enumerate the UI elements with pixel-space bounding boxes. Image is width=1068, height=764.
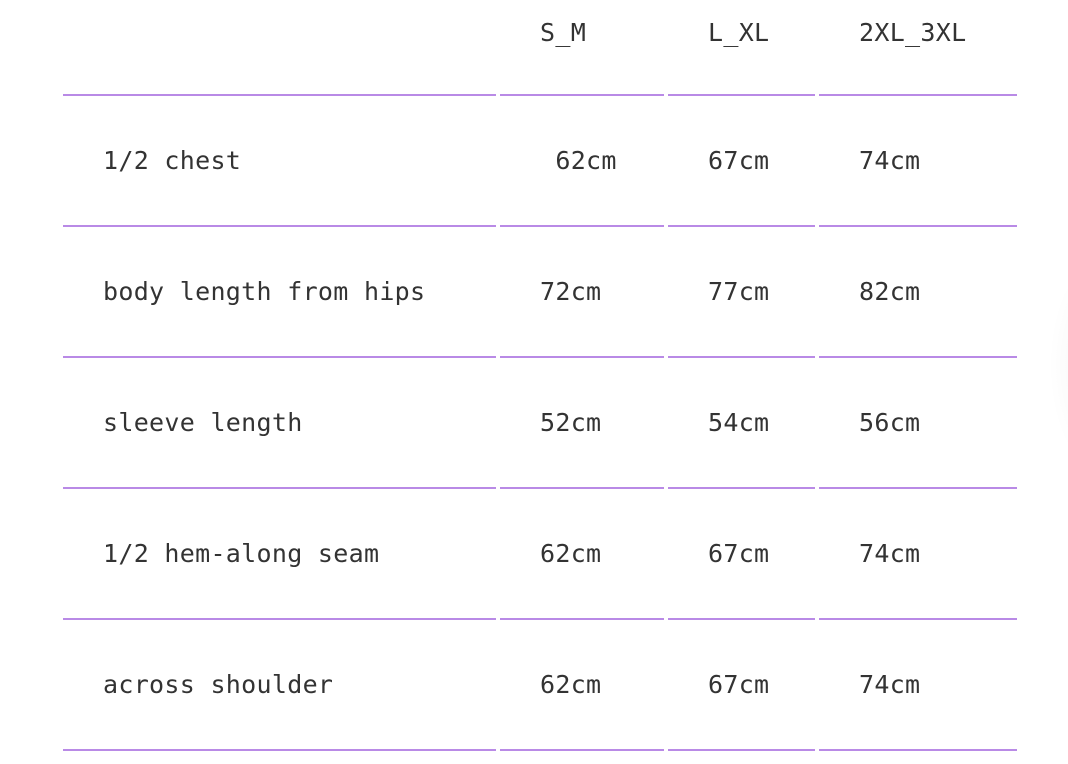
measurement-value: 62cm xyxy=(500,489,664,620)
measurement-label: 1/2 chest xyxy=(63,96,496,227)
header-size-s-m: S_M xyxy=(500,0,664,96)
measurement-value: 62cm xyxy=(500,620,664,751)
measurement-value: 74cm xyxy=(819,96,1017,227)
measurement-value: 72cm xyxy=(500,227,664,358)
measurement-value: 56cm xyxy=(819,358,1017,489)
table-row: body length from hips 72cm 77cm 82cm xyxy=(63,227,1017,358)
table-row: 1/2 hem-along seam 62cm 67cm 74cm xyxy=(63,489,1017,620)
table-row: 1/2 chest 62cm 67cm 74cm xyxy=(63,96,1017,227)
size-header-row: S_M L_XL 2XL_3XL xyxy=(63,0,1017,96)
measurement-label: body length from hips xyxy=(63,227,496,358)
measurement-value: 74cm xyxy=(819,489,1017,620)
measurement-label: across shoulder xyxy=(63,620,496,751)
table-row: sleeve length 52cm 54cm 56cm xyxy=(63,358,1017,489)
header-size-2xl-3xl: 2XL_3XL xyxy=(819,0,1017,96)
measurement-value: 67cm xyxy=(668,96,815,227)
measurement-value: 77cm xyxy=(668,227,815,358)
edge-shadow xyxy=(1048,250,1068,480)
measurement-value: 67cm xyxy=(668,620,815,751)
measurement-value: 67cm xyxy=(668,489,815,620)
header-size-l-xl: L_XL xyxy=(668,0,815,96)
size-chart-table: S_M L_XL 2XL_3XL 1/2 chest 62cm 67cm 74c… xyxy=(59,0,1021,751)
measurement-label: sleeve length xyxy=(63,358,496,489)
measurement-label: 1/2 hem-along seam xyxy=(63,489,496,620)
measurement-value: 82cm xyxy=(819,227,1017,358)
measurement-value: 74cm xyxy=(819,620,1017,751)
measurement-value: 62cm xyxy=(500,96,664,227)
measurement-value: 54cm xyxy=(668,358,815,489)
header-corner xyxy=(63,0,496,96)
measurement-value: 52cm xyxy=(500,358,664,489)
table-row: across shoulder 62cm 67cm 74cm xyxy=(63,620,1017,751)
